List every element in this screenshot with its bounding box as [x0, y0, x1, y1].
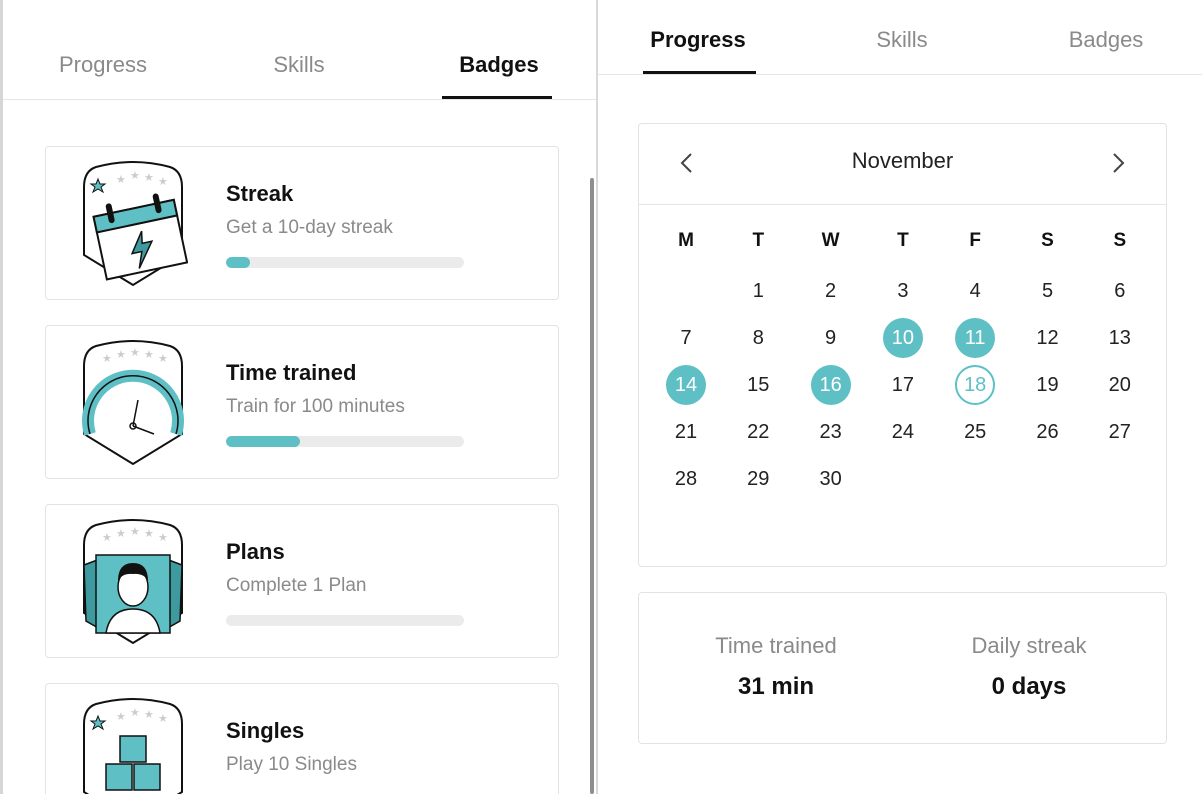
tabs-divider [3, 99, 596, 100]
next-month-button[interactable] [1104, 146, 1134, 180]
calendar-day[interactable]: 1 [738, 271, 778, 311]
badges-panel: Progress Skills Badges ★ ★ ★ ★ Streak Ge… [0, 0, 596, 794]
time-trained-value: 31 min [737, 673, 815, 700]
svg-text:★: ★ [116, 173, 126, 186]
calendar-day[interactable]: 30 [811, 460, 851, 500]
calendar: November M T W T F S S 1 2 3 4 5 6 7 8 9 10 11 12 13 14 15 16 1… [638, 123, 1167, 567]
svg-text:★: ★ [102, 531, 112, 544]
daily-streak-label: Daily streak [971, 633, 1087, 658]
badge-progress-bar [226, 436, 464, 447]
calendar-day[interactable]: 11 [955, 318, 996, 359]
weekday-label: S [1041, 230, 1054, 251]
month-label: November [851, 148, 954, 173]
svg-text:★: ★ [130, 346, 140, 359]
weekday-label: T [897, 230, 909, 251]
svg-text:★: ★ [144, 348, 154, 361]
training-stats: Time trained 31 min Daily streak 0 days [638, 592, 1167, 744]
calendar-day[interactable]: 13 [1100, 318, 1140, 358]
badge-title: Time trained [226, 360, 357, 385]
calendar-day[interactable]: 7 [666, 318, 706, 358]
svg-text:★: ★ [102, 352, 112, 365]
svg-text:★: ★ [130, 706, 140, 719]
calendar-day[interactable]: 12 [1028, 318, 1068, 358]
svg-text:★: ★ [158, 712, 168, 725]
calendar-day[interactable]: 17 [883, 365, 923, 405]
calendar-day[interactable]: 25 [955, 413, 995, 453]
plan-book-badge-icon: ★ ★ ★ ★ ★ [78, 517, 188, 647]
calendar-day[interactable]: 18 [955, 365, 996, 406]
tab-skills[interactable]: Skills [239, 52, 359, 78]
calendar-day[interactable]: 26 [1028, 413, 1068, 453]
streak-calendar-badge-icon: ★ ★ ★ ★ [78, 159, 189, 289]
stopwatch-badge-icon: ★ ★ ★ ★ ★ [78, 338, 188, 468]
weekday-label: W [821, 230, 840, 251]
calendar-day[interactable]: 6 [1100, 271, 1140, 311]
badge-description: Get a 10-day streak [226, 217, 393, 238]
svg-text:★: ★ [158, 175, 168, 188]
badge-card-streak[interactable]: ★ ★ ★ ★ Streak Get a 10-day streak [45, 146, 559, 300]
badge-description: Play 10 Singles [226, 754, 357, 775]
calendar-header: November [639, 124, 1166, 205]
tabs-divider [598, 74, 1202, 75]
badge-title: Plans [226, 539, 285, 564]
calendar-day[interactable]: 20 [1100, 365, 1140, 405]
svg-text:★: ★ [130, 169, 140, 182]
badge-progress-bar [226, 615, 464, 626]
svg-text:★: ★ [158, 531, 168, 544]
tab-progress[interactable]: Progress [638, 27, 758, 53]
svg-text:★: ★ [116, 710, 126, 723]
tab-skills[interactable]: Skills [842, 27, 962, 53]
singles-blocks-badge-icon: ★ ★ ★ ★ [78, 696, 188, 794]
tab-badges[interactable]: Badges [1046, 27, 1166, 53]
progress-panel: Progress Skills Badges November M T W T F S S 1… [598, 0, 1202, 794]
calendar-day[interactable]: 15 [738, 365, 778, 405]
svg-text:★: ★ [116, 348, 126, 361]
badge-card-singles[interactable]: ★ ★ ★ ★ Singles Play 10 Singles [45, 683, 559, 794]
svg-text:★: ★ [158, 352, 168, 365]
svg-text:★: ★ [144, 708, 154, 721]
calendar-day[interactable]: 23 [811, 413, 851, 453]
weekday-label: M [678, 230, 694, 251]
badge-progress-bar [226, 257, 464, 268]
calendar-day[interactable]: 4 [955, 271, 995, 311]
badge-description: Complete 1 Plan [226, 575, 367, 596]
calendar-day[interactable]: 21 [666, 413, 706, 453]
badge-title: Singles [226, 718, 305, 743]
weekday-label: F [969, 230, 981, 251]
badge-description: Train for 100 minutes [226, 396, 405, 417]
calendar-day[interactable]: 8 [738, 318, 778, 358]
calendar-day[interactable]: 14 [666, 365, 706, 406]
svg-text:★: ★ [144, 171, 154, 184]
svg-text:★: ★ [130, 525, 140, 538]
calendar-day[interactable]: 3 [883, 271, 923, 311]
calendar-day[interactable]: 28 [666, 460, 706, 500]
daily-streak-value: 0 days [991, 673, 1067, 700]
calendar-day[interactable]: 5 [1028, 271, 1068, 311]
calendar-day[interactable]: 29 [738, 460, 778, 500]
calendar-day[interactable]: 2 [811, 271, 851, 311]
tab-progress[interactable]: Progress [43, 52, 163, 78]
svg-text:★: ★ [144, 527, 154, 540]
calendar-day[interactable]: 16 [810, 365, 851, 406]
calendar-day[interactable]: 10 [882, 318, 923, 359]
badge-progress-fill [226, 436, 300, 447]
calendar-day[interactable]: 19 [1028, 365, 1068, 405]
badge-card-plans[interactable]: ★ ★ ★ ★ ★ Plans Complete 1 Plan [45, 504, 559, 658]
scrollbar[interactable] [590, 178, 594, 794]
calendar-day[interactable]: 27 [1100, 413, 1140, 453]
weekday-label: S [1113, 230, 1127, 251]
badge-card-time-trained[interactable]: ★ ★ ★ ★ ★ Time trained Train for 100 min… [45, 325, 559, 479]
time-trained-label: Time trained [715, 633, 837, 658]
badge-progress-fill [226, 257, 250, 268]
calendar-day[interactable]: 24 [883, 413, 923, 453]
calendar-day[interactable]: 9 [811, 318, 851, 358]
badge-title: Streak [226, 181, 294, 206]
chevron-right-icon [1113, 153, 1125, 173]
tab-badges[interactable]: Badges [439, 52, 559, 78]
calendar-day[interactable]: 22 [738, 413, 778, 453]
svg-text:★: ★ [116, 527, 126, 540]
weekday-label: T [752, 230, 765, 251]
